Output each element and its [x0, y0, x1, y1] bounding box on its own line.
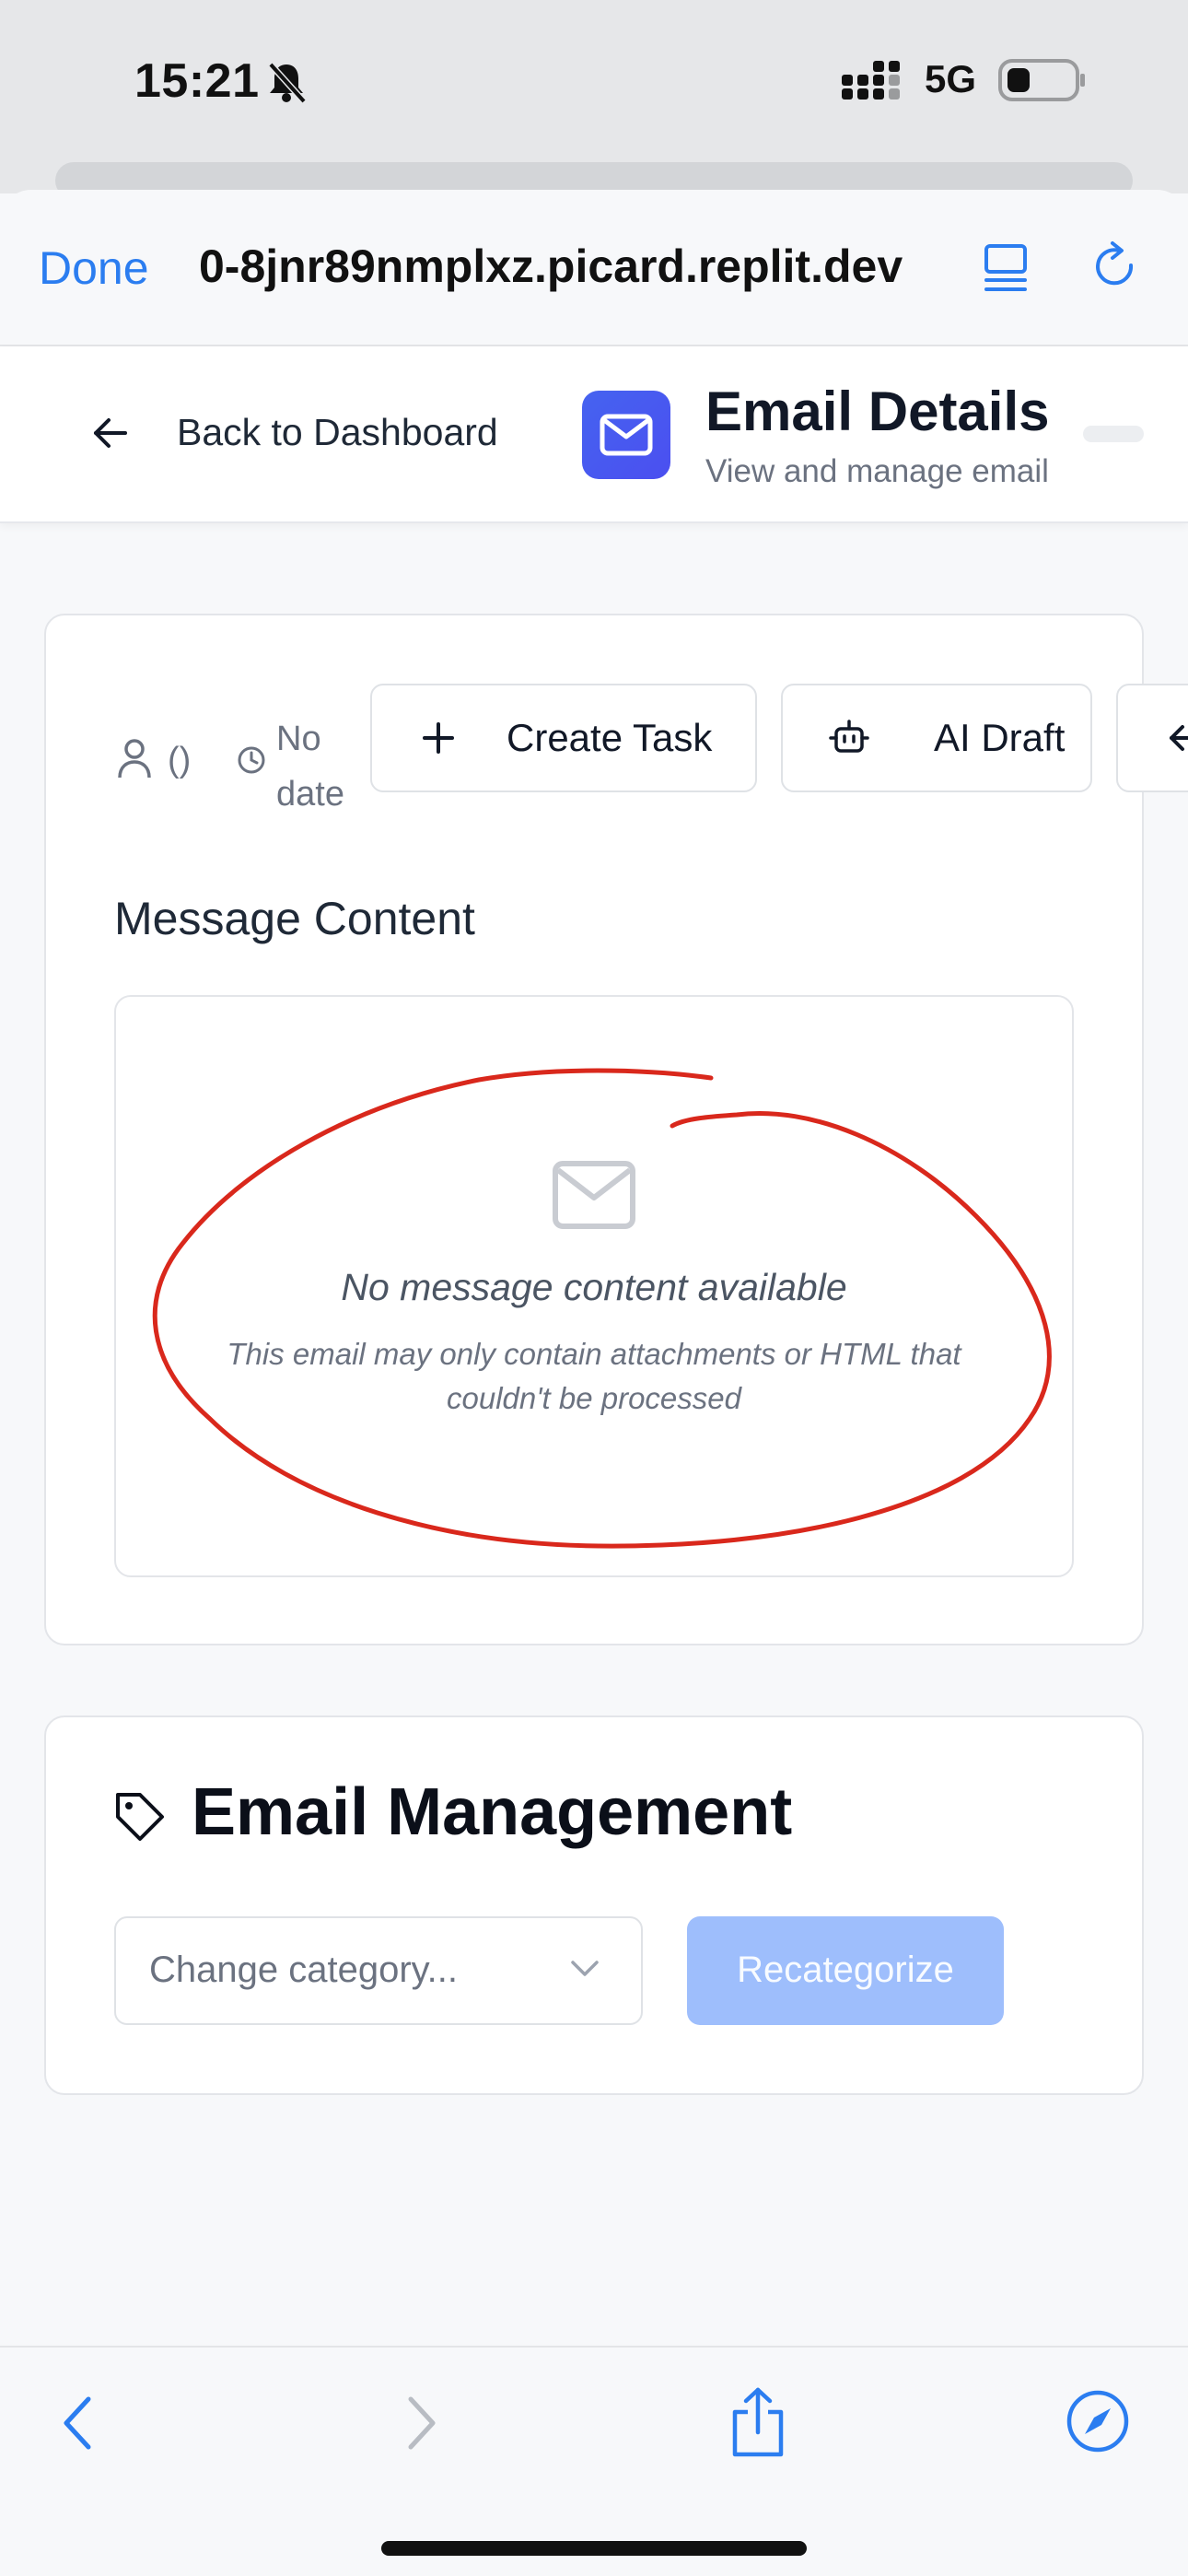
mail-icon [600, 414, 653, 456]
arrow-left-icon[interactable] [90, 413, 131, 453]
email-management-heading: Email Management [192, 1775, 793, 1849]
url-field[interactable]: 0-8jnr89nmplxz.picard.replit.dev [199, 240, 936, 293]
battery-icon [998, 59, 1085, 101]
arrow-left-icon [1170, 725, 1188, 751]
user-icon [118, 739, 151, 779]
status-time: 15:21 [134, 54, 260, 108]
home-indicator [381, 2541, 807, 2556]
create-task-button[interactable]: Create Task [370, 684, 757, 792]
mail-icon [553, 1161, 635, 1229]
forward-icon[interactable] [402, 2394, 442, 2453]
bot-icon [829, 720, 869, 753]
signal-icon [842, 61, 900, 100]
email-management-card [44, 1715, 1144, 2095]
network-type: 5G [925, 57, 977, 100]
create-task-label: Create Task [507, 716, 713, 759]
category-select-placeholder: Change category... [149, 1950, 459, 1990]
sender-text: () [168, 741, 192, 779]
message-content-heading: Message Content [114, 893, 475, 944]
ai-draft-label: AI Draft [934, 716, 1066, 759]
empty-state-title: No message content available [341, 1266, 847, 1308]
bell-slash-icon [268, 62, 307, 104]
share-icon[interactable] [728, 2386, 788, 2460]
reader-icon[interactable] [984, 243, 1030, 295]
chevron-down-icon [571, 1961, 599, 1976]
compass-icon[interactable] [1065, 2388, 1131, 2454]
tag-icon [116, 1793, 164, 1841]
header-placeholder [1083, 426, 1144, 442]
reply-button[interactable] [1116, 684, 1188, 792]
page-title: Email Details [705, 381, 1050, 442]
clock-icon [238, 746, 265, 774]
recategorize-label: Recategorize [737, 1950, 954, 1990]
ai-draft-button[interactable]: AI Draft [781, 684, 1092, 792]
back-icon[interactable] [57, 2394, 98, 2453]
empty-state-description: This email may only contain attachments … [227, 1337, 961, 1415]
date-text: No date [276, 720, 344, 814]
done-button[interactable]: Done [39, 241, 149, 295]
email-badge [582, 391, 670, 479]
page-subtitle: View and manage email [705, 453, 1049, 489]
back-to-dashboard-button[interactable]: Back to Dashboard [177, 411, 498, 454]
plus-icon [423, 722, 454, 754]
reload-icon[interactable] [1090, 241, 1142, 297]
